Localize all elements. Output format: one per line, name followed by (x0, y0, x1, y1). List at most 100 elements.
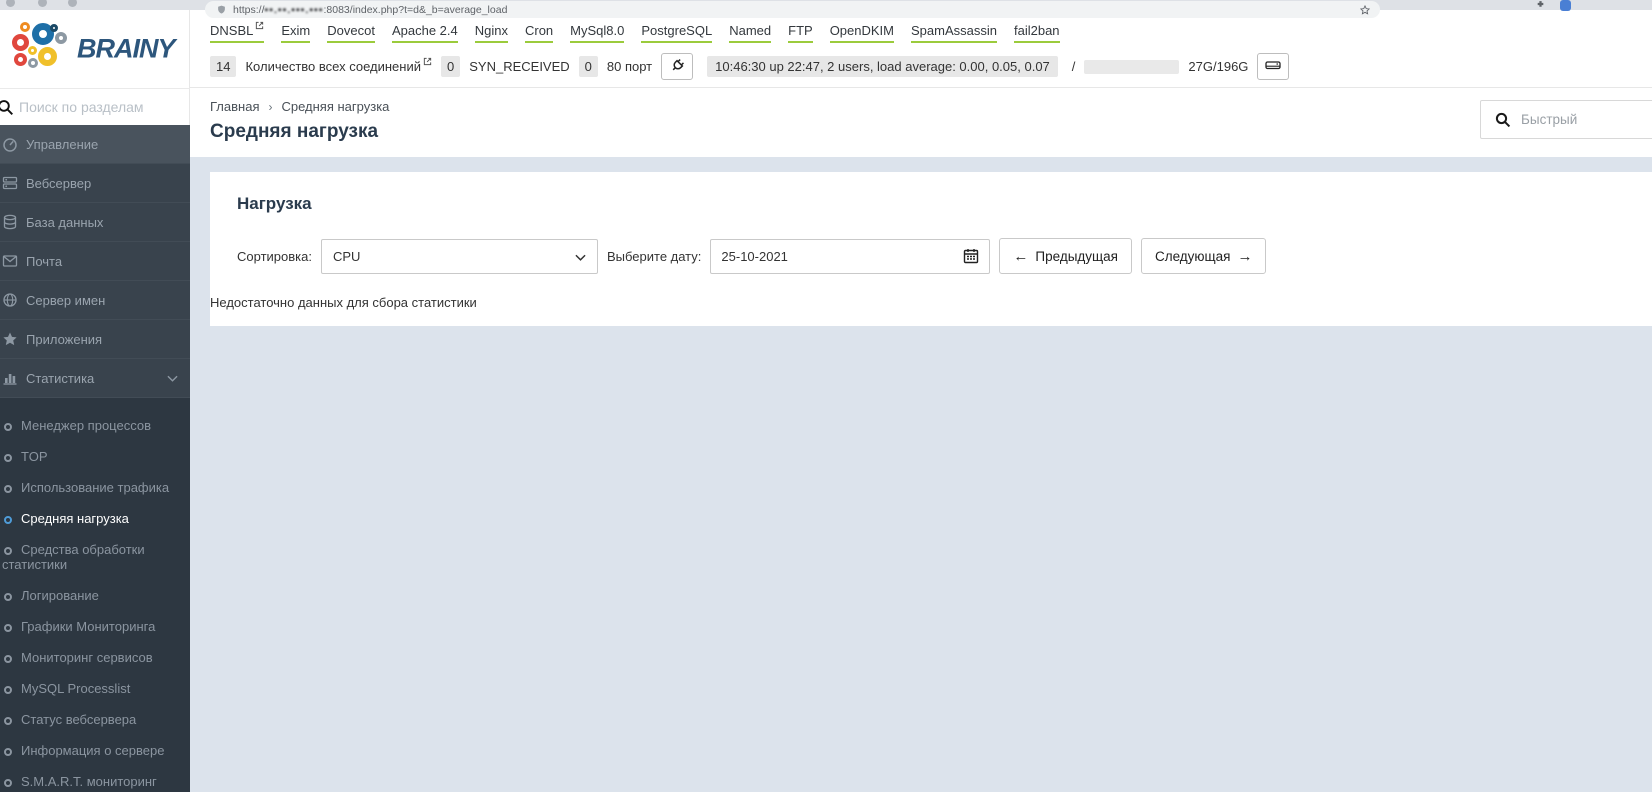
sidebar-subitem-label: Мониторинг сервисов (21, 650, 153, 665)
sidebar-subitem-service-monitoring[interactable]: Мониторинг сервисов (0, 642, 190, 673)
sort-select[interactable]: CPU (320, 238, 598, 274)
sidebar-search-input[interactable] (19, 99, 169, 115)
sidebar-submenu-statistics: Менеджер процессов TOP Использование тра… (0, 398, 190, 792)
sidebar-item-nameserver[interactable]: Сервер имен (0, 281, 190, 320)
sidebar-item-label: Статистика (26, 370, 95, 386)
date-picker (710, 238, 991, 274)
sidebar-subitem-process-manager[interactable]: Менеджер процессов (0, 410, 190, 441)
chevron-down-icon (575, 249, 586, 264)
sidebar-item-label: Вебсервер (26, 175, 92, 191)
sidebar-subitem-label: Логирование (21, 588, 99, 603)
breadcrumb-home[interactable]: Главная (210, 99, 259, 114)
sidebar-item-mail[interactable]: Почта (0, 242, 190, 281)
sidebar-subitem-label: Средства обработки статистики (2, 542, 145, 572)
sidebar-subitem-stats-tools[interactable]: Средства обработки статистики (0, 534, 190, 580)
nav-link-postgresql[interactable]: PostgreSQL (641, 23, 713, 43)
browser-address-bar[interactable]: https://▪▪.▪▪.▪▪▪.▪▪▪:8083/index.php?t=d… (205, 1, 1380, 18)
sidebar-subitem-label: Статус вебсервера (21, 712, 137, 727)
extensions-icon[interactable] (1536, 0, 1545, 9)
browser-chrome: https://▪▪.▪▪.▪▪▪.▪▪▪:8083/index.php?t=d… (0, 0, 1652, 18)
syn-count-badge: 0 (441, 56, 461, 77)
nav-link-dnsbl[interactable]: DNSBL (210, 21, 265, 43)
sidebar: BRAINY Управление Вебсервер База данных … (0, 10, 190, 792)
nav-link-apache[interactable]: Apache 2.4 (391, 23, 458, 43)
nav-link-dovecot[interactable]: Dovecot (327, 23, 375, 43)
sidebar-subitem-label: Менеджер процессов (21, 418, 151, 433)
sidebar-subitem-average-load[interactable]: Средняя нагрузка (0, 503, 190, 534)
sidebar-subitem-webserver-status[interactable]: Статус вебсервера (0, 704, 190, 735)
browser-profile-avatar[interactable] (1560, 0, 1571, 11)
breadcrumb-current: Средняя нагрузка (281, 99, 390, 114)
browser-forward-icon[interactable] (38, 0, 47, 7)
nav-link-mysql[interactable]: MySql8.0 (570, 23, 625, 43)
globe-icon (2, 292, 18, 308)
browser-back-icon[interactable] (6, 0, 15, 7)
sidebar-subitem-server-info[interactable]: Информация о сервере (0, 735, 190, 766)
no-data-message: Недостаточно данных для сбора статистики (210, 295, 477, 310)
bookmark-star-icon[interactable] (1360, 4, 1370, 15)
disk-button[interactable] (1257, 53, 1290, 80)
disk-mount-label: / (1071, 59, 1076, 74)
circle-bullet-icon (4, 624, 12, 632)
envelope-icon (2, 253, 18, 269)
connections-count-badge: 14 (210, 56, 237, 77)
disk-usage-label: 27G/196G (1188, 59, 1249, 74)
nav-link-nginx[interactable]: Nginx (474, 23, 508, 43)
nav-link-opendkim[interactable]: OpenDKIM (829, 23, 894, 43)
sidebar-subitem-mysql-processlist[interactable]: MySQL Processlist (0, 673, 190, 704)
sidebar-subitem-label: S.M.A.R.T. мониторинг (21, 774, 157, 789)
sidebar-subitem-smart-monitoring[interactable]: S.M.A.R.T. мониторинг (0, 766, 190, 792)
content-area: Нагрузка Сортировка: CPU Выберите дату: … (190, 157, 1652, 792)
connections-label[interactable]: Количество всех соединений (245, 57, 432, 74)
page-title: Средняя нагрузка (210, 121, 379, 142)
sidebar-item-label: База данных (26, 214, 104, 230)
breadcrumb-separator: › (268, 99, 273, 114)
quick-search-input[interactable] (1521, 112, 1652, 127)
database-icon (2, 214, 18, 230)
nav-link-cron[interactable]: Cron (524, 23, 554, 43)
nav-link-fail2ban[interactable]: fail2ban (1013, 23, 1060, 43)
previous-button[interactable]: ← Предыдущая (999, 238, 1132, 274)
status-row: 14 Количество всех соединений 0 SYN_RECE… (210, 53, 1652, 80)
connections-plug-button[interactable] (661, 53, 694, 80)
search-icon (0, 99, 14, 116)
sidebar-item-label: Приложения (26, 331, 103, 347)
sidebar-subitem-traffic-usage[interactable]: Использование трафика (0, 472, 190, 503)
circle-bullet-icon (4, 454, 12, 462)
sidebar-subitem-top[interactable]: TOP (0, 441, 190, 472)
next-button[interactable]: Следующая → (1140, 238, 1267, 274)
sidebar-subitem-label: Информация о сервере (21, 743, 165, 758)
calendar-icon[interactable] (963, 248, 979, 264)
browser-reload-icon[interactable] (68, 0, 77, 7)
disk-usage-bar (1084, 59, 1180, 74)
circle-bullet-icon (4, 516, 12, 524)
quick-search-box (1480, 100, 1652, 139)
site-security-icon (218, 5, 225, 14)
nav-link-spamassassin[interactable]: SpamAssassin (911, 23, 997, 43)
circle-bullet-icon (4, 779, 12, 787)
nav-link-exim[interactable]: Exim (281, 23, 311, 43)
sidebar-subitem-logging[interactable]: Логирование (0, 580, 190, 611)
gauge-icon (2, 136, 18, 152)
sidebar-item-webserver[interactable]: Вебсервер (0, 164, 190, 203)
sidebar-subitem-monitoring-graphs[interactable]: Графики Мониторинга (0, 611, 190, 642)
date-input[interactable] (721, 248, 964, 264)
sidebar-item-applications[interactable]: Приложения (0, 320, 190, 359)
nav-link-named[interactable]: Named (729, 23, 772, 43)
circle-bullet-icon (4, 593, 12, 601)
circle-bullet-icon (4, 655, 12, 663)
sidebar-subitem-label: Использование трафика (21, 480, 170, 495)
logo[interactable]: BRAINY (0, 10, 190, 88)
sidebar-item-management[interactable]: Управление (0, 125, 190, 164)
arrow-left-icon: ← (1013, 247, 1029, 265)
sidebar-item-label: Управление (26, 136, 99, 152)
sidebar-item-database[interactable]: База данных (0, 203, 190, 242)
uptime-text: 10:46:30 up 22:47, 2 users, load average… (707, 56, 1058, 77)
nav-link-ftp[interactable]: FTP (788, 23, 813, 43)
external-link-icon (255, 18, 264, 33)
circle-bullet-icon (4, 717, 12, 725)
sidebar-subitem-label: Графики Мониторинга (21, 619, 156, 634)
date-label: Выберите дату: (606, 248, 702, 264)
sidebar-item-statistics[interactable]: Статистика (0, 359, 190, 398)
port80-count-badge: 0 (578, 56, 598, 77)
